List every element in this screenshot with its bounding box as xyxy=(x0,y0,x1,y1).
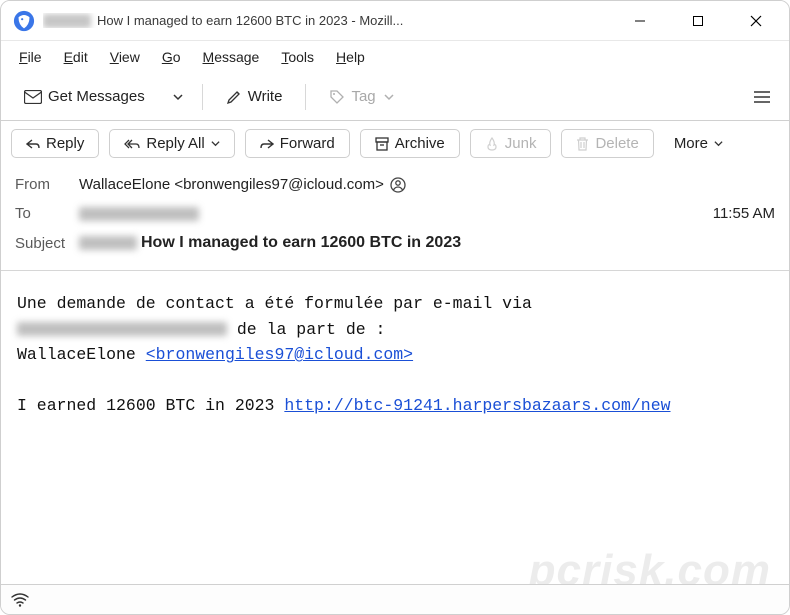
status-bar xyxy=(1,584,789,614)
body-line: de la part de : xyxy=(17,317,773,343)
reply-label: Reply xyxy=(46,135,84,152)
message-headers: From WallaceElone <bronwengiles97@icloud… xyxy=(1,166,789,270)
main-toolbar: Get Messages Write Tag xyxy=(1,75,789,121)
redacted-text xyxy=(43,14,91,28)
flame-icon xyxy=(485,137,499,151)
tag-button[interactable]: Tag xyxy=(316,81,406,112)
more-button[interactable]: More xyxy=(664,130,733,157)
redacted-text xyxy=(17,322,227,336)
message-body: Une demande de contact a été formulée pa… xyxy=(1,271,789,439)
write-button[interactable]: Write xyxy=(213,81,296,112)
hamburger-icon xyxy=(753,90,771,104)
menu-help[interactable]: Help xyxy=(326,45,375,69)
subject-label: Subject xyxy=(15,235,79,252)
close-button[interactable] xyxy=(727,1,785,41)
to-label: To xyxy=(15,205,79,222)
maximize-button[interactable] xyxy=(669,1,727,41)
chevron-down-icon xyxy=(211,139,220,148)
reply-all-button[interactable]: Reply All xyxy=(109,129,234,158)
menu-view[interactable]: View xyxy=(100,45,150,69)
menu-go[interactable]: Go xyxy=(152,45,191,69)
inbox-icon xyxy=(24,90,42,104)
window-title: How I managed to earn 12600 BTC in 2023 … xyxy=(43,13,611,28)
menu-bar: File Edit View Go Message Tools Help xyxy=(1,41,789,75)
redacted-recipient xyxy=(79,207,199,221)
online-status-icon[interactable] xyxy=(11,593,29,607)
archive-icon xyxy=(375,137,389,151)
reply-icon xyxy=(26,138,40,150)
redacted-text xyxy=(79,236,137,250)
subject-row: Subject How I managed to earn 12600 BTC … xyxy=(15,228,775,258)
contact-icon[interactable] xyxy=(390,177,406,193)
from-label: From xyxy=(15,176,79,193)
more-label: More xyxy=(674,135,708,152)
chevron-down-icon xyxy=(384,92,394,102)
window-title-text: How I managed to earn 12600 BTC in 2023 … xyxy=(97,13,403,28)
menu-file[interactable]: File xyxy=(9,45,52,69)
thunderbird-icon xyxy=(13,10,35,32)
chevron-down-icon xyxy=(714,139,723,148)
archive-button[interactable]: Archive xyxy=(360,129,460,158)
get-messages-label: Get Messages xyxy=(48,88,145,105)
menu-edit[interactable]: Edit xyxy=(54,45,98,69)
delete-button[interactable]: Delete xyxy=(561,129,653,158)
tag-label: Tag xyxy=(351,88,375,105)
body-line: Une demande de contact a été formulée pa… xyxy=(17,291,773,317)
menu-tools[interactable]: Tools xyxy=(271,45,324,69)
from-row: From WallaceElone <bronwengiles97@icloud… xyxy=(15,170,775,199)
archive-label: Archive xyxy=(395,135,445,152)
from-value[interactable]: WallaceElone <bronwengiles97@icloud.com> xyxy=(79,176,384,193)
message-toolbar: Reply Reply All Forward Archive Junk Del… xyxy=(1,121,789,166)
timestamp: 11:55 AM xyxy=(713,205,775,222)
pencil-icon xyxy=(226,89,242,105)
title-bar: How I managed to earn 12600 BTC in 2023 … xyxy=(1,1,789,41)
get-messages-dropdown[interactable] xyxy=(164,85,192,109)
write-label: Write xyxy=(248,88,283,105)
body-line: WallaceElone <bronwengiles97@icloud.com> xyxy=(17,342,773,368)
app-menu-button[interactable] xyxy=(745,84,779,110)
reply-all-label: Reply All xyxy=(146,135,204,152)
forward-icon xyxy=(260,138,274,150)
menu-message[interactable]: Message xyxy=(193,45,270,69)
trash-icon xyxy=(576,137,589,151)
divider xyxy=(202,84,203,110)
junk-label: Junk xyxy=(505,135,537,152)
divider xyxy=(305,84,306,110)
reply-button[interactable]: Reply xyxy=(11,129,99,158)
url-link[interactable]: http://btc-91241.harpersbazaars.com/new xyxy=(284,396,670,415)
junk-button[interactable]: Junk xyxy=(470,129,552,158)
to-row: To 11:55 AM xyxy=(15,199,775,228)
body-line: I earned 12600 BTC in 2023 http://btc-91… xyxy=(17,393,773,419)
delete-label: Delete xyxy=(595,135,638,152)
email-link[interactable]: <bronwengiles97@icloud.com> xyxy=(146,345,413,364)
tag-icon xyxy=(329,89,345,105)
chevron-down-icon xyxy=(173,92,183,102)
get-messages-button[interactable]: Get Messages xyxy=(11,81,158,112)
forward-button[interactable]: Forward xyxy=(245,129,350,158)
forward-label: Forward xyxy=(280,135,335,152)
minimize-button[interactable] xyxy=(611,1,669,41)
reply-all-icon xyxy=(124,138,140,150)
subject-value: How I managed to earn 12600 BTC in 2023 xyxy=(141,234,461,252)
